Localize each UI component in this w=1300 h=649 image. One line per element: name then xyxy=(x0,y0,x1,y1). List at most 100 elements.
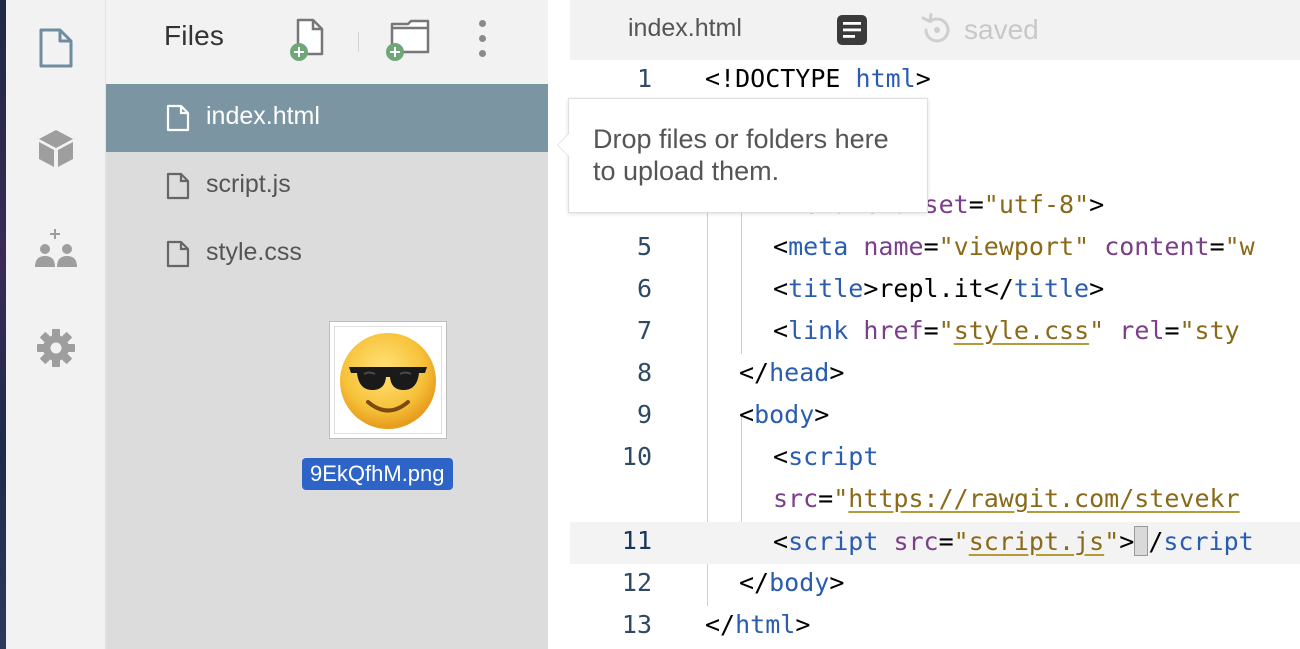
drop-hint-tooltip: Drop files or folders here to upload the… xyxy=(557,98,928,213)
files-title: Files xyxy=(164,20,225,51)
string-token: "utf-8" xyxy=(983,190,1090,219)
files-menu-button[interactable] xyxy=(476,20,488,60)
rail-settings-button[interactable] xyxy=(28,320,84,376)
text-cursor xyxy=(1134,526,1149,556)
code-line[interactable]: 9 <body> xyxy=(570,396,1300,438)
tag-token: body xyxy=(754,400,815,429)
code-line[interactable]: 12 </body> xyxy=(570,564,1300,606)
add-folder-icon xyxy=(386,19,430,61)
add-file-icon xyxy=(290,18,324,61)
format-code-icon xyxy=(837,15,867,45)
multiplayer-icon xyxy=(35,229,77,267)
tag-token: title xyxy=(788,274,864,303)
string-token: "w xyxy=(1224,232,1255,261)
code-text: <script xyxy=(773,442,879,471)
doctype-token: <!DOCTYPE xyxy=(705,64,856,93)
rail-multiplayer-button[interactable] xyxy=(28,222,84,278)
code-line[interactable]: 13 </html> xyxy=(570,606,1300,648)
line-number: 13 xyxy=(621,610,652,639)
code-text: </body> xyxy=(739,568,845,597)
drag-file-thumbnail[interactable] xyxy=(329,321,447,439)
attr-token: src xyxy=(773,484,819,513)
tag-token: html xyxy=(735,610,796,639)
files-icon xyxy=(39,28,73,68)
code-text: <title>repl.it</title> xyxy=(773,274,1105,303)
code-line[interactable]: 7 <link href="style.css" rel="sty xyxy=(570,312,1300,354)
line-number: 10 xyxy=(621,442,652,471)
tag-token: script xyxy=(1163,527,1254,556)
string-token: " xyxy=(953,527,969,556)
code-text: <!DOCTYPE html> xyxy=(705,64,931,93)
add-folder-button[interactable] xyxy=(382,16,434,66)
link-string-token[interactable]: script.js xyxy=(969,527,1104,556)
attr-token: content xyxy=(1104,232,1210,261)
settings-icon xyxy=(37,329,75,367)
file-item-index-html[interactable]: index.html xyxy=(106,84,548,152)
file-icon xyxy=(166,240,190,268)
code-line[interactable]: 5 <meta name="viewport" content="w xyxy=(570,228,1300,270)
attr-token: href xyxy=(863,316,924,345)
tag-token: script xyxy=(788,442,879,471)
string-token: " xyxy=(1104,527,1120,556)
desktop-edge xyxy=(0,0,6,649)
kebab-dot-icon xyxy=(479,50,486,57)
rail-files-button[interactable] xyxy=(28,20,84,76)
file-name: script.js xyxy=(206,170,291,198)
file-name: style.css xyxy=(206,238,302,266)
file-icon xyxy=(166,172,190,200)
kebab-dot-icon xyxy=(479,35,486,42)
files-panel: Files index.html script.js style.css xyxy=(106,0,548,649)
history-icon xyxy=(921,13,950,43)
code-line[interactable]: 1 <!DOCTYPE html> xyxy=(570,60,1300,102)
code-text: src="https://rawgit.com/stevekr xyxy=(773,484,1240,513)
drag-file-label: 9EkQfhM.png xyxy=(302,458,453,490)
activity-rail xyxy=(0,0,106,649)
attr-token: src xyxy=(893,527,939,556)
string-token: " xyxy=(833,484,849,513)
line-number: 1 xyxy=(636,64,652,93)
format-button[interactable] xyxy=(836,14,868,46)
editor-tabbar: index.html saved xyxy=(570,0,1300,60)
tab-index-html[interactable]: index.html xyxy=(570,0,815,60)
tag-token: body xyxy=(769,568,830,597)
tag-token: html xyxy=(855,64,916,93)
line-number: 7 xyxy=(636,316,652,345)
code-line-current[interactable]: 11 <script src="script.js">/script xyxy=(570,522,1300,564)
rail-packages-button[interactable] xyxy=(28,120,84,176)
tag-token: head xyxy=(769,358,830,387)
code-text: </head> xyxy=(739,358,845,387)
code-text: <script src="script.js">/script xyxy=(773,526,1254,556)
code-text: <meta name="viewport" content="w xyxy=(773,232,1255,261)
link-string-token[interactable]: style.css xyxy=(954,316,1089,345)
code-line-wrapped[interactable]: src="https://rawgit.com/stevekr xyxy=(570,480,1300,522)
line-number: 8 xyxy=(636,358,652,387)
line-number: 5 xyxy=(636,232,652,261)
code-line[interactable]: 6 <title>repl.it</title> xyxy=(570,270,1300,312)
file-item-style-css[interactable]: style.css xyxy=(106,220,548,288)
tag-token: title xyxy=(1013,274,1090,303)
string-token: "viewport" xyxy=(938,232,1090,261)
code-line[interactable]: 10 <script xyxy=(570,438,1300,480)
code-text: <body> xyxy=(739,400,830,429)
string-token: " xyxy=(1089,316,1105,345)
panel-gap xyxy=(548,0,570,649)
tab-label: index.html xyxy=(628,14,742,42)
code-line[interactable]: 8 </head> xyxy=(570,354,1300,396)
tooltip-message: Drop files or folders here to upload the… xyxy=(593,124,889,186)
files-header: Files xyxy=(106,0,548,84)
code-text: </html> xyxy=(705,610,811,639)
save-status-text: saved xyxy=(964,14,1039,45)
attr-token: rel xyxy=(1119,316,1165,345)
code-text: <link href="style.css" rel="sty xyxy=(773,316,1240,345)
file-name: index.html xyxy=(206,102,320,130)
tag-token: script xyxy=(788,527,879,556)
thumbnail-frame xyxy=(334,326,442,434)
tooltip-arrow xyxy=(557,133,569,157)
file-item-script-js[interactable]: script.js xyxy=(106,152,548,220)
tag-token: meta xyxy=(788,232,849,261)
bracket-token: > xyxy=(915,64,931,93)
kebab-dot-icon xyxy=(479,20,486,27)
string-token: " xyxy=(938,316,954,345)
add-file-button[interactable] xyxy=(286,16,338,66)
link-string-token[interactable]: https://rawgit.com/stevekr xyxy=(848,484,1239,513)
